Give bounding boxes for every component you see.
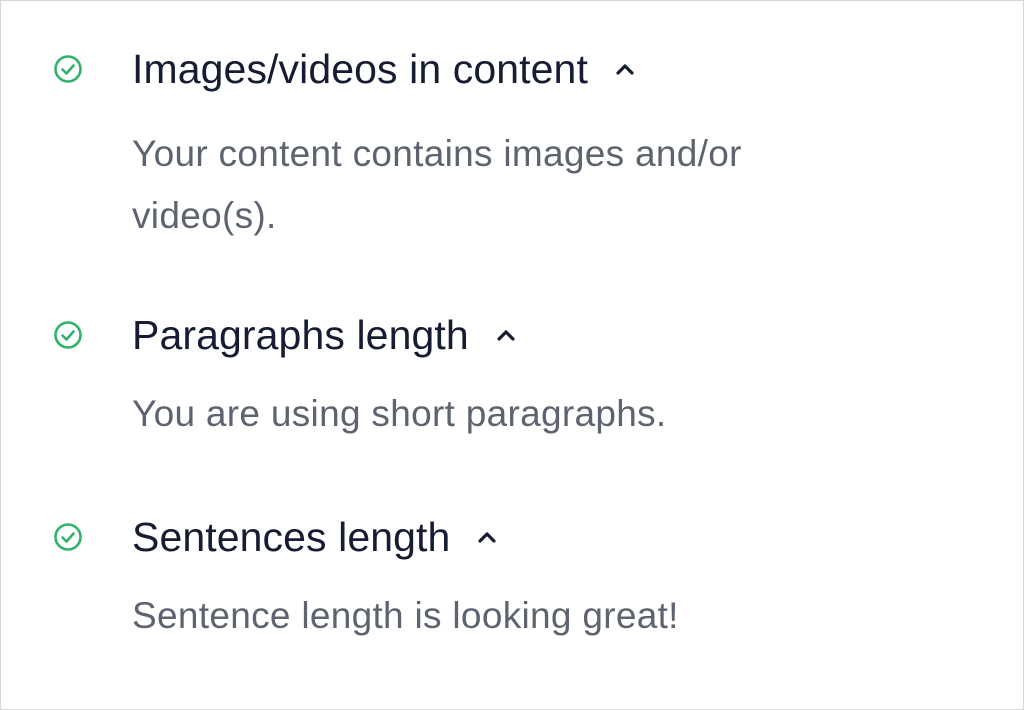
chevron-up-icon[interactable] — [495, 324, 517, 346]
content-analysis-panel: Images/videos in content Your content co… — [0, 0, 1024, 710]
check-header-toggle[interactable]: Paragraphs length — [132, 307, 517, 363]
check-title: Images/videos in content — [132, 45, 588, 92]
check-header-toggle[interactable]: Images/videos in content — [132, 41, 636, 97]
chevron-up-icon[interactable] — [476, 526, 498, 548]
check-title: Paragraphs length — [132, 311, 469, 358]
check-circle-icon — [54, 55, 82, 83]
check-description: You are using short paragraphs. — [132, 393, 667, 434]
check-description: Your content contains images and/or vide… — [132, 133, 742, 236]
check-title: Sentences length — [132, 513, 451, 560]
check-circle-icon — [54, 523, 82, 551]
check-circle-icon — [54, 321, 82, 349]
check-header-toggle[interactable]: Sentences length — [132, 509, 498, 565]
chevron-up-icon[interactable] — [614, 58, 636, 80]
check-description: Sentence length is looking great! — [132, 595, 679, 636]
